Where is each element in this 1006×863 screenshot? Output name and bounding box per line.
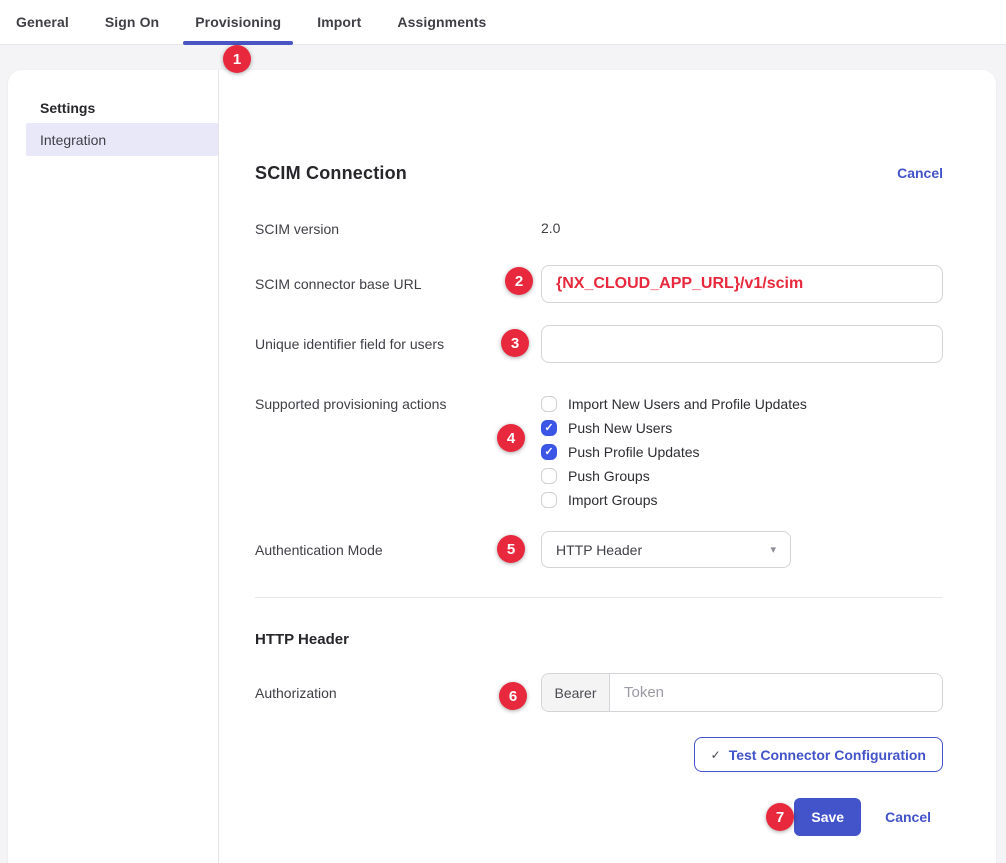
provisioning-action-label: Push Profile Updates — [568, 444, 700, 460]
tab-assignments[interactable]: Assignments — [385, 0, 498, 44]
auth-mode-select[interactable]: HTTP Header ▾ — [541, 531, 791, 568]
cancel-link-top[interactable]: Cancel — [897, 165, 943, 181]
tab-import[interactable]: Import — [305, 0, 373, 44]
chevron-down-icon: ▾ — [770, 543, 776, 556]
http-header-section-title: HTTP Header — [255, 631, 943, 649]
callout-badge-6: 6 — [499, 682, 527, 710]
app-tabbar: General Sign On Provisioning Import Assi… — [0, 0, 1006, 45]
tab-provisioning-label: Provisioning — [195, 14, 281, 30]
test-connector-button-label: Test Connector Configuration — [729, 747, 926, 763]
checkbox-checked-icon[interactable]: ✓ — [541, 420, 557, 436]
scim-connection-form: SCIM Connection Cancel SCIM version 2.0 … — [219, 70, 996, 863]
test-connector-button[interactable]: ✓ Test Connector Configuration — [694, 737, 943, 772]
callout-badge-3: 3 — [501, 329, 529, 357]
unique-id-input[interactable] — [541, 325, 943, 363]
bearer-prefix: Bearer — [542, 674, 610, 711]
tab-provisioning[interactable]: Provisioning — [183, 0, 293, 44]
tab-general[interactable]: General — [4, 0, 81, 44]
provisioning-action-label: Import Groups — [568, 492, 657, 508]
authorization-label: Authorization — [255, 685, 541, 701]
provisioning-action-label: Push New Users — [568, 420, 672, 436]
auth-mode-selected-value: HTTP Header — [556, 542, 642, 558]
provisioning-action-row: Push Groups — [541, 464, 943, 488]
cancel-button-bottom[interactable]: Cancel — [885, 809, 931, 825]
authorization-input-group: Bearer — [541, 673, 943, 712]
sidebar-item-label: Integration — [40, 132, 106, 148]
tab-general-label: General — [16, 14, 69, 30]
provisioning-action-label: Import New Users and Profile Updates — [568, 396, 807, 412]
provisioning-action-row: Import Groups — [541, 488, 943, 512]
sidebar-item-integration[interactable]: Integration — [26, 123, 218, 156]
tab-assignments-label: Assignments — [397, 14, 486, 30]
tab-sign-on-label: Sign On — [105, 14, 159, 30]
tab-sign-on[interactable]: Sign On — [93, 0, 171, 44]
unique-id-label: Unique identifier field for users — [255, 336, 541, 352]
callout-badge-1: 1 — [223, 45, 251, 73]
provisioning-actions-group: Import New Users and Profile Updates ✓ Pus… — [541, 392, 943, 512]
callout-badge-7: 7 — [766, 803, 794, 831]
provisioning-card: Settings Integration SCIM Connection Can… — [8, 70, 996, 863]
base-url-label: SCIM connector base URL — [255, 276, 541, 292]
settings-sidebar: Settings Integration — [8, 70, 219, 863]
scim-version-label: SCIM version — [255, 221, 541, 237]
save-button[interactable]: Save — [794, 798, 861, 836]
callout-badge-4: 4 — [497, 424, 525, 452]
provisioning-action-row: Import New Users and Profile Updates — [541, 392, 943, 416]
checkbox-checked-icon[interactable]: ✓ — [541, 444, 557, 460]
base-url-input[interactable] — [541, 265, 943, 303]
provisioning-action-row: ✓ Push New Users — [541, 416, 943, 440]
provisioning-action-row: ✓ Push Profile Updates — [541, 440, 943, 464]
sidebar-heading: Settings — [8, 100, 218, 116]
callout-badge-5: 5 — [497, 535, 525, 563]
checkbox-unchecked-icon[interactable] — [541, 396, 557, 412]
provisioning-action-label: Push Groups — [568, 468, 650, 484]
check-icon: ✓ — [711, 748, 721, 762]
tab-import-label: Import — [317, 14, 361, 30]
token-input[interactable] — [610, 674, 942, 711]
checkbox-unchecked-icon[interactable] — [541, 468, 557, 484]
checkbox-unchecked-icon[interactable] — [541, 492, 557, 508]
section-divider — [255, 597, 943, 598]
callout-badge-2: 2 — [505, 267, 533, 295]
scim-version-value: 2.0 — [541, 220, 560, 236]
provisioning-actions-label: Supported provisioning actions — [255, 392, 541, 512]
page-title: SCIM Connection — [255, 163, 407, 184]
